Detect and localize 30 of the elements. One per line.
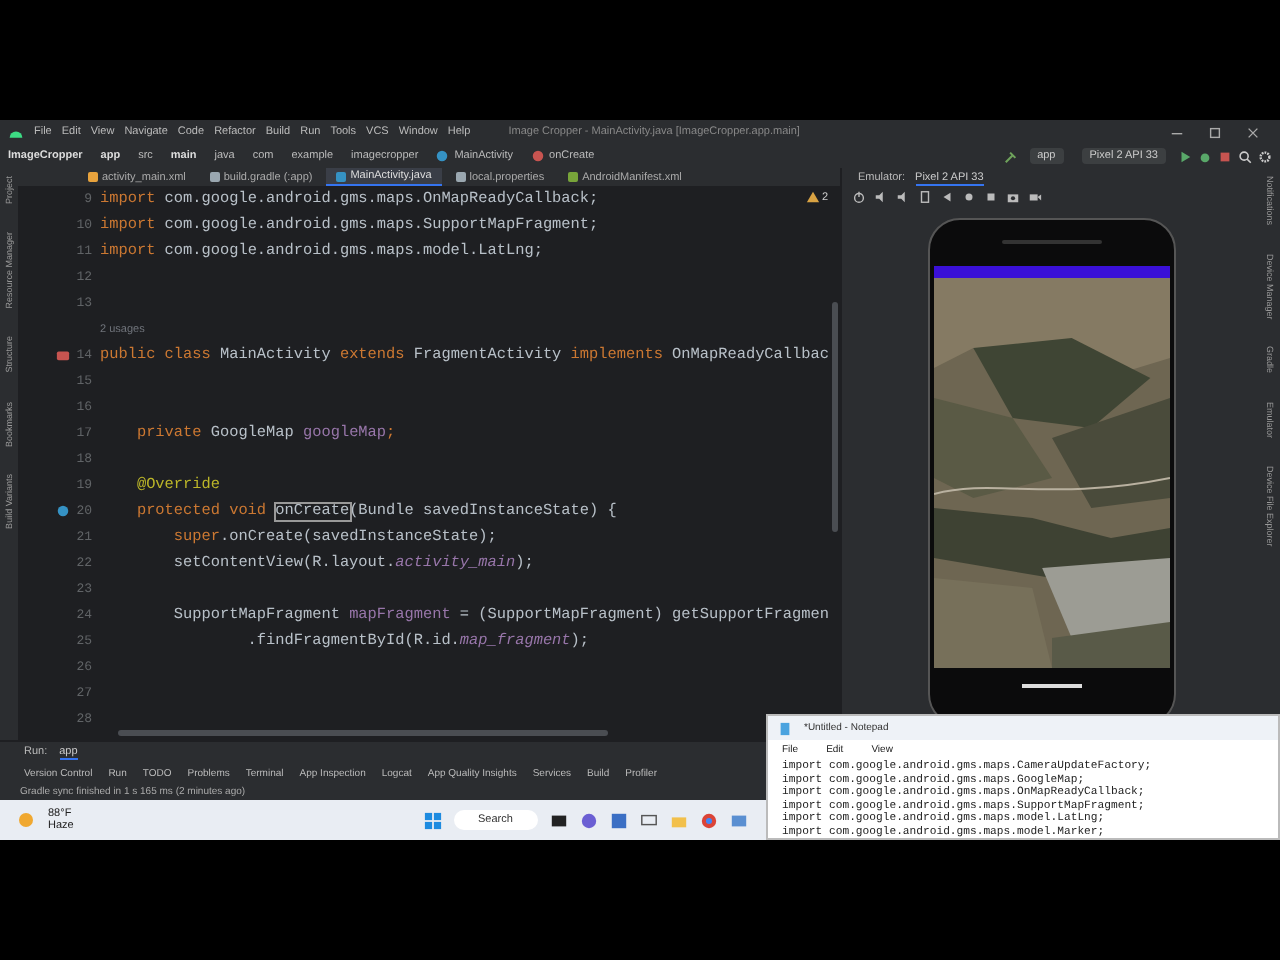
settings-icon[interactable] xyxy=(1258,149,1272,163)
home-icon[interactable] xyxy=(962,190,976,204)
power-icon[interactable] xyxy=(852,190,866,204)
class-icon[interactable] xyxy=(56,348,71,362)
weather-icon xyxy=(16,810,36,830)
debug-icon[interactable] xyxy=(1198,149,1212,163)
android-studio-logo-icon xyxy=(8,125,24,139)
task-view-icon[interactable] xyxy=(550,811,568,829)
rotate-icon[interactable] xyxy=(918,190,932,204)
notepad-icon xyxy=(778,721,792,735)
stop-icon[interactable] xyxy=(1218,149,1232,163)
search-icon[interactable] xyxy=(1238,149,1252,163)
close-icon[interactable] xyxy=(1246,125,1260,139)
app-icon[interactable] xyxy=(610,811,628,829)
crumb-icon xyxy=(436,150,449,162)
overview-icon[interactable] xyxy=(984,190,998,204)
screen-icon[interactable] xyxy=(640,811,658,829)
start-icon[interactable] xyxy=(424,811,442,829)
maximize-icon[interactable] xyxy=(1208,125,1222,139)
run-icon[interactable] xyxy=(1178,149,1192,163)
camera-icon[interactable] xyxy=(1006,190,1020,204)
volume-up-icon[interactable] xyxy=(874,190,888,204)
hammer-icon[interactable] xyxy=(1003,149,1018,163)
video-icon[interactable] xyxy=(1028,190,1042,204)
warning-icon xyxy=(805,190,820,204)
override-icon[interactable] xyxy=(56,504,71,518)
crumb-icon xyxy=(531,150,544,162)
back-icon[interactable] xyxy=(940,190,954,204)
browser-icon[interactable] xyxy=(700,811,718,829)
volume-down-icon[interactable] xyxy=(896,190,910,204)
